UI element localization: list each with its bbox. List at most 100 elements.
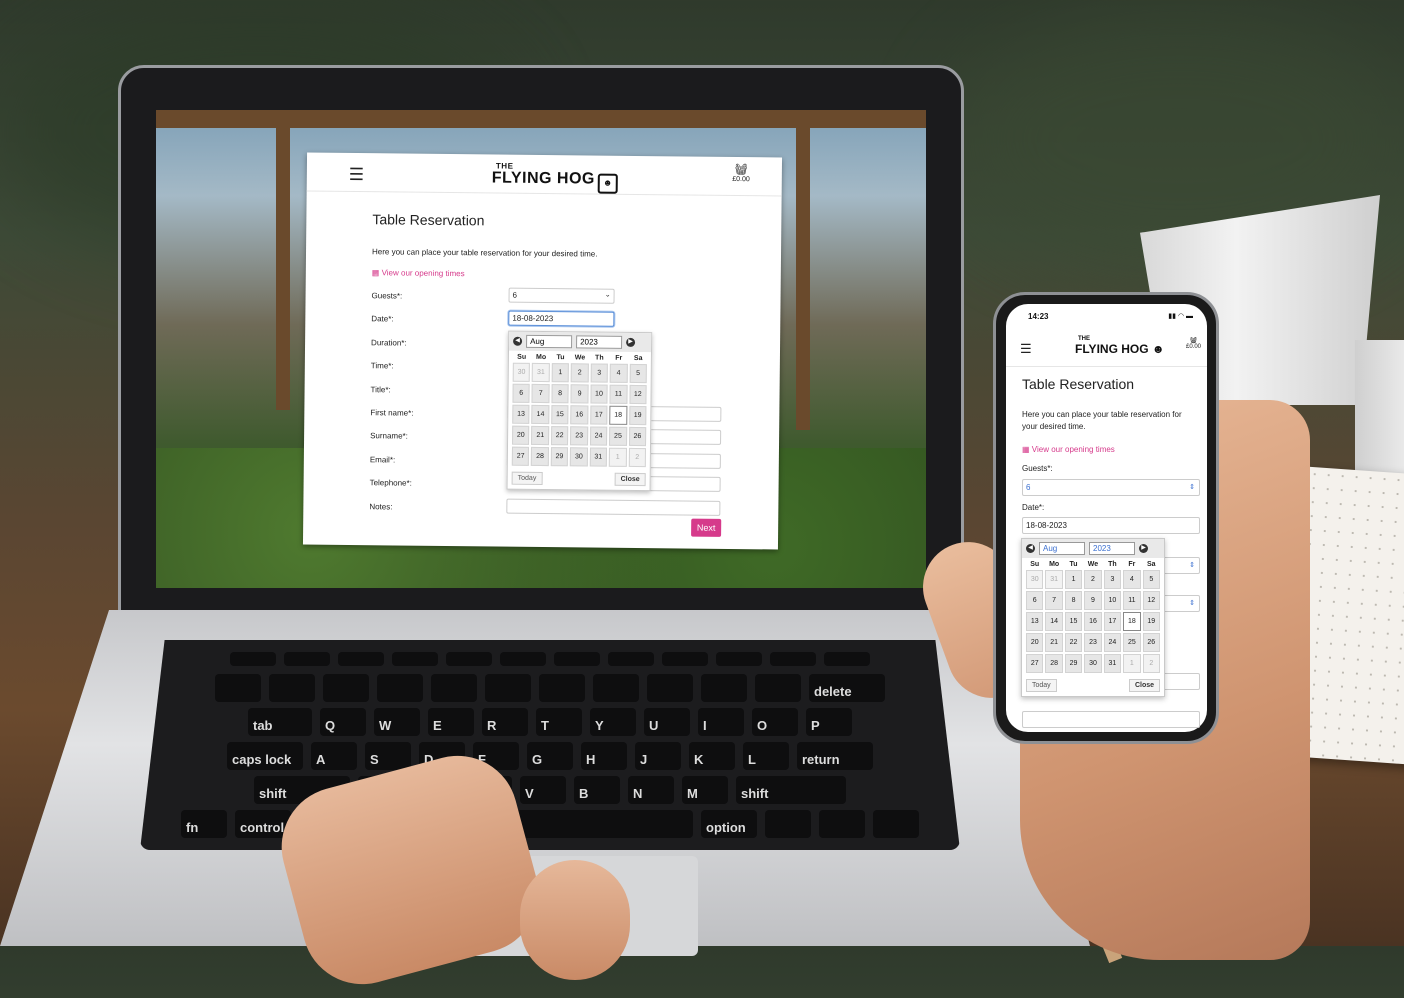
calendar-day[interactable]: 23 [570,426,588,446]
cart-button[interactable]: 🧺︎ £0.00 [1186,337,1201,350]
calendar-day[interactable]: 26 [628,426,647,447]
key[interactable] [377,674,423,702]
calendar-day[interactable]: 11 [1123,591,1141,610]
key-y[interactable]: Y [590,708,636,736]
guests-select[interactable]: 6 ⇕ [1022,479,1200,496]
key[interactable] [446,652,492,666]
calendar-day[interactable]: 1 [1064,570,1083,589]
calendar-day[interactable]: 20 [512,425,530,445]
calendar-day[interactable]: 11 [609,384,628,404]
calendar-day[interactable]: 8 [551,384,569,404]
calendar-day[interactable]: 24 [589,426,608,446]
calendar-day[interactable]: 30 [1026,570,1044,589]
key-option-right[interactable]: option [701,810,757,838]
calendar-day[interactable]: 8 [1064,591,1083,610]
calendar-day[interactable]: 28 [531,446,549,467]
key[interactable] [500,652,546,666]
calendar-day[interactable]: 30 [1084,654,1102,673]
calendar-day[interactable]: 17 [1103,612,1122,631]
calendar-day[interactable]: 3 [590,363,609,383]
calendar-day[interactable]: 10 [590,384,608,404]
key[interactable] [608,652,654,666]
calendar-day[interactable]: 27 [511,446,530,466]
calendar-day[interactable]: 1 [551,363,570,383]
key-v[interactable]: V [520,776,566,804]
key[interactable] [230,652,276,666]
calendar-day[interactable]: 9 [1084,591,1102,610]
key[interactable] [269,674,315,702]
key-s[interactable]: S [365,742,411,770]
calendar-day[interactable]: 28 [1045,654,1063,673]
date-input[interactable]: 18-08-2023 [508,311,615,328]
hamburger-menu-icon[interactable]: ☰ [349,165,364,185]
key-t[interactable]: T [536,708,582,736]
calendar-day[interactable]: 18 [1123,612,1141,631]
key-caps-lock[interactable]: caps lock [227,742,303,770]
key[interactable] [539,674,585,702]
calendar-day[interactable]: 19 [1142,612,1160,631]
opening-times-link[interactable]: ▦ View our opening times [1022,445,1115,454]
key-i[interactable]: I [698,708,744,736]
key-delete[interactable]: delete [809,674,885,702]
calendar-day[interactable]: 4 [1123,570,1141,589]
calendar-day[interactable]: 26 [1142,633,1160,652]
calendar-day[interactable]: 14 [1045,612,1063,631]
opening-times-link[interactable]: ▦ View our opening times [372,268,752,281]
key-w[interactable]: W [374,708,420,736]
calendar-day[interactable]: 13 [1026,612,1044,631]
surname-input[interactable] [1022,711,1200,728]
calendar-day[interactable]: 10 [1103,591,1122,610]
next-month-icon[interactable]: ▶ [1139,544,1148,553]
notes-input[interactable] [506,498,721,516]
calendar-day[interactable]: 4 [609,363,628,383]
calendar-day[interactable]: 17 [589,405,608,425]
date-input[interactable]: 18-08-2023 [1022,517,1200,534]
year-select[interactable]: 2023 [576,335,623,349]
calendar-day[interactable]: 27 [1026,654,1044,673]
calendar-day[interactable]: 22 [550,426,569,446]
calendar-day[interactable]: 23 [1084,633,1102,652]
calendar-day[interactable]: 14 [531,404,550,425]
calendar-day[interactable]: 5 [1142,570,1160,589]
key-h[interactable]: H [581,742,627,770]
calendar-day[interactable]: 21 [1045,633,1063,652]
calendar-day[interactable]: 1 [608,447,627,467]
next-month-icon[interactable]: ▶ [626,337,636,347]
key-arrow-right[interactable] [873,810,919,838]
key-k[interactable]: K [689,742,735,770]
key[interactable] [215,674,261,702]
calendar-day[interactable]: 31 [532,362,550,383]
key-m[interactable]: M [682,776,728,804]
calendar-day[interactable]: 21 [531,425,550,446]
key[interactable] [554,652,600,666]
calendar-day[interactable]: 30 [570,447,588,467]
calendar-day[interactable]: 24 [1103,633,1122,652]
logo[interactable]: THE FLYING HOG ☻ [1075,336,1165,356]
key[interactable] [755,674,801,702]
calendar-day[interactable]: 12 [1142,591,1160,610]
calendar-day[interactable]: 25 [609,426,627,446]
key-u[interactable]: U [644,708,690,736]
key[interactable] [485,674,531,702]
next-button[interactable]: Next [691,518,722,537]
key[interactable] [701,674,747,702]
calendar-day[interactable]: 5 [629,363,647,384]
calendar-day[interactable]: 20 [1026,633,1044,652]
key[interactable] [338,652,384,666]
key[interactable] [431,674,477,702]
calendar-day[interactable]: 29 [550,447,569,467]
calendar-day[interactable]: 15 [551,405,569,425]
calendar-day[interactable]: 31 [1103,654,1122,673]
today-button[interactable]: Today [511,471,543,486]
key-p[interactable]: P [806,708,852,736]
key-j[interactable]: J [635,742,681,770]
logo[interactable]: THE FLYING HOG ☻ [492,162,618,194]
calendar-day[interactable]: 31 [1045,570,1063,589]
month-select[interactable]: Aug [1039,542,1085,555]
key-tab[interactable]: tab [248,708,312,736]
close-button[interactable]: Close [614,472,646,487]
key[interactable] [647,674,693,702]
calendar-day[interactable]: 18 [609,405,627,425]
key[interactable] [323,674,369,702]
today-button[interactable]: Today [1026,679,1057,692]
